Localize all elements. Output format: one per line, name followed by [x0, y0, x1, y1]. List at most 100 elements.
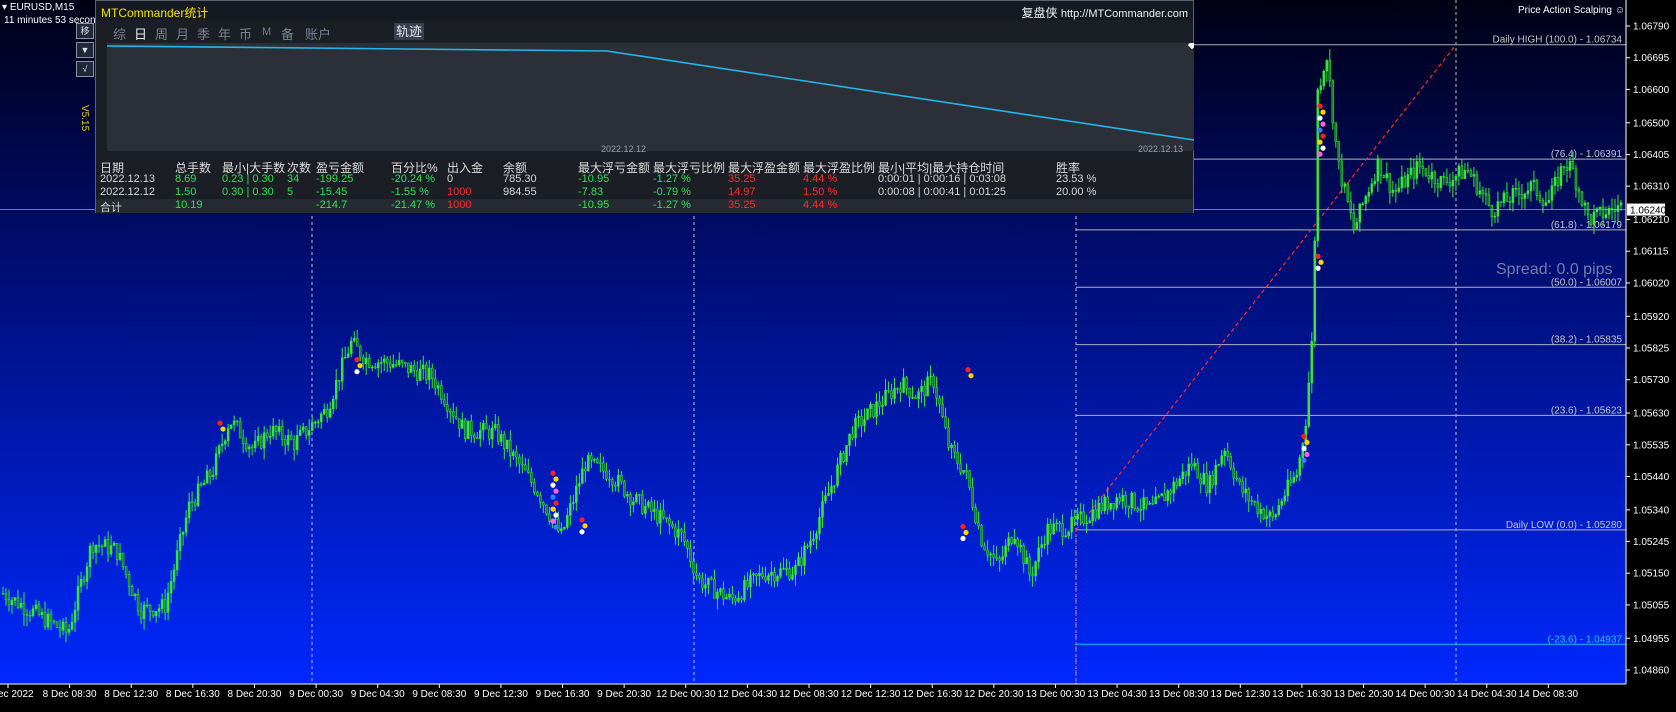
candle-body	[782, 568, 785, 570]
price-tick-label: 1.05440	[1633, 472, 1670, 483]
candle-body	[593, 458, 596, 461]
candle-body	[271, 425, 275, 437]
candle-body	[725, 597, 728, 600]
tab-month[interactable]: 月	[176, 24, 189, 43]
candle-body	[1169, 490, 1172, 494]
candle-body	[4, 593, 8, 601]
candle-body	[1133, 492, 1136, 509]
candle-body	[452, 411, 455, 417]
tab-year[interactable]: 年	[218, 24, 231, 43]
candle-body	[1058, 522, 1061, 525]
candle-body	[998, 557, 1001, 561]
candle-body	[160, 599, 164, 609]
candle-body	[752, 573, 755, 576]
tab-backup[interactable]: 备	[281, 24, 294, 43]
candle-body	[1286, 479, 1290, 497]
tab-week[interactable]: 周	[155, 24, 168, 43]
candle-body	[434, 378, 437, 389]
candle-body	[190, 501, 194, 504]
symbol-label: ▾ EURUSD,M15	[2, 2, 74, 13]
price-tick-label: 1.05535	[1633, 440, 1670, 451]
tab-day[interactable]: 日	[134, 24, 147, 43]
candle-body	[650, 501, 653, 512]
candle-body	[719, 588, 722, 593]
candle-body	[1379, 158, 1383, 176]
candle-body	[1262, 508, 1266, 519]
candle-body	[824, 495, 827, 502]
candle-body	[1, 592, 5, 595]
candle-body	[343, 357, 347, 359]
tab-m[interactable]: M	[262, 26, 271, 38]
tab-track[interactable]: 轨迹	[394, 23, 424, 40]
tab-account[interactable]: 账户	[305, 24, 331, 43]
candle-body	[1151, 502, 1154, 505]
candle-body	[530, 472, 533, 483]
candle-body	[277, 426, 281, 432]
candle-body	[1373, 180, 1377, 184]
candle-body	[944, 416, 947, 428]
collapse-panel-button[interactable]: ▼	[76, 42, 94, 58]
candle-body	[977, 522, 980, 527]
trade-marker	[1301, 457, 1307, 464]
menu-triangle-icon[interactable]: ▾	[2, 2, 7, 13]
trade-marker	[1304, 439, 1310, 446]
trade-marker	[553, 500, 559, 506]
time-tick-label: 13 Dec 08:30	[1149, 689, 1209, 700]
candle-body	[1565, 166, 1569, 171]
table-cell: 23.53 %	[1056, 173, 1097, 185]
candle-body	[85, 566, 89, 582]
candle-body	[244, 443, 248, 450]
candle-body	[758, 572, 761, 577]
candle-body	[328, 408, 332, 418]
candle-body	[142, 604, 146, 620]
candle-body	[941, 404, 944, 417]
tab-quarter[interactable]: 季	[197, 24, 210, 43]
tab-currency[interactable]: 币	[239, 24, 252, 43]
candle-body	[431, 367, 434, 380]
confirm-panel-button[interactable]: √	[76, 61, 94, 77]
candle-body	[599, 462, 602, 464]
candle-body	[1019, 545, 1022, 548]
stats-panel-title: MTCommander统计	[101, 6, 209, 20]
time-tick-label: 12 Dec 12:30	[841, 689, 901, 700]
candle-body	[875, 401, 878, 417]
candle-body	[806, 545, 809, 548]
candle-body	[346, 353, 350, 358]
table-cell: 1.50 %	[803, 186, 838, 198]
candle-body	[764, 576, 767, 581]
candle-body	[827, 492, 830, 496]
candle-body	[620, 475, 623, 482]
brand-url[interactable]: http://MTCommander.com	[1061, 8, 1188, 20]
candle-body	[1598, 206, 1602, 209]
candle-body	[202, 482, 206, 486]
candle-body	[1157, 495, 1160, 498]
candle-body	[1448, 182, 1452, 187]
time-tick-label: 12 Dec 08:30	[779, 689, 839, 700]
candle-body	[575, 485, 578, 503]
move-panel-button[interactable]: 移	[76, 23, 94, 39]
indicator-name: Price Action Scalping	[1518, 5, 1612, 16]
candle-body	[926, 376, 929, 397]
candle-body	[794, 565, 797, 575]
candle-body	[776, 576, 779, 582]
candle-body	[1160, 493, 1163, 497]
candle-body	[818, 517, 821, 534]
candle-body	[956, 451, 959, 465]
candle-body	[1550, 185, 1554, 201]
tab-overall[interactable]: 综	[113, 24, 126, 43]
candle-body	[611, 479, 614, 486]
stats-panel-brand[interactable]: 复盘侠 http://MTCommander.com	[1021, 4, 1188, 21]
candle-body	[310, 422, 314, 431]
candle-body	[1454, 175, 1458, 181]
candle-body	[49, 613, 53, 622]
candle-body	[79, 579, 83, 587]
candle-body	[1223, 450, 1227, 457]
candle-body	[617, 475, 620, 487]
candle-body	[1592, 211, 1596, 225]
candle-body	[503, 434, 506, 449]
candle-body	[1421, 166, 1425, 169]
candle-body	[1589, 214, 1593, 225]
candle-body	[1103, 496, 1106, 511]
price-tick-label: 1.06500	[1633, 118, 1670, 129]
candle-body	[686, 541, 689, 549]
